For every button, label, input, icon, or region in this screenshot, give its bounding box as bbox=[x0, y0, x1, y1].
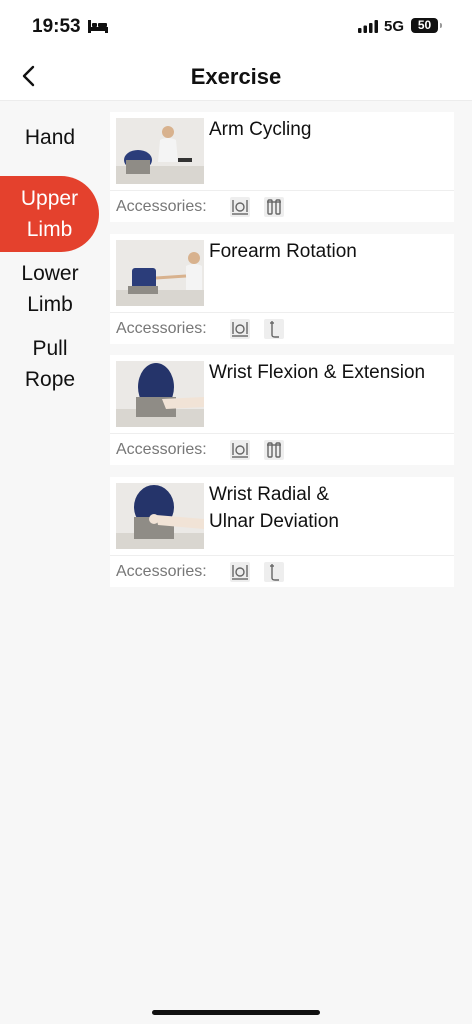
divider bbox=[110, 433, 454, 434]
accessories-label: Accessories: bbox=[116, 441, 207, 458]
sidebar-item-hand[interactable]: Hand bbox=[0, 122, 100, 153]
status-time: 19:53 bbox=[32, 16, 81, 37]
exercise-thumbnail bbox=[116, 240, 204, 306]
nav-bar: Exercise bbox=[0, 54, 472, 101]
home-indicator[interactable] bbox=[152, 1010, 320, 1015]
sidebar-item-label: Lower Limb bbox=[21, 262, 79, 316]
sidebar-item-label: Pull Rope bbox=[24, 337, 76, 391]
double-handle-icon bbox=[264, 197, 284, 217]
signal-strength-icon bbox=[358, 20, 378, 38]
divider bbox=[110, 555, 454, 556]
exercise-title: Wrist Radial & Ulnar Deviation bbox=[209, 484, 339, 532]
accessories-label: Accessories: bbox=[116, 320, 207, 337]
divider bbox=[110, 312, 454, 313]
accessories-label: Accessories: bbox=[116, 563, 207, 580]
exercise-thumbnail bbox=[116, 361, 204, 427]
exercise-thumbnail bbox=[116, 118, 204, 184]
page-title: Exercise bbox=[190, 64, 282, 89]
sidebar-item-label: Hand bbox=[24, 126, 76, 149]
network-type: 5G bbox=[384, 18, 405, 35]
single-grip-icon bbox=[264, 562, 284, 582]
accessories-label: Accessories: bbox=[116, 198, 207, 215]
double-handle-icon bbox=[264, 440, 284, 460]
exercise-card-forearm-rotation[interactable]: Forearm Rotation Accessories: bbox=[110, 234, 454, 344]
sidebar-item-lower-limb[interactable]: Lower Limb bbox=[0, 258, 100, 320]
status-bar: 19:53 5G 50 bbox=[0, 0, 472, 54]
cycle-handle-icon bbox=[230, 319, 250, 339]
exercise-card-wrist-flexion-extension[interactable]: Wrist Flexion & Extension Accessories: bbox=[110, 355, 454, 465]
divider bbox=[110, 190, 454, 191]
sidebar-item-pull-rope[interactable]: Pull Rope bbox=[0, 333, 100, 395]
category-sidebar: Hand Upper Limb Lower Limb Pull Rope bbox=[0, 101, 110, 1024]
exercise-card-arm-cycling[interactable]: Arm Cycling Accessories: bbox=[110, 112, 454, 222]
exercise-card-wrist-radial-ulnar-deviation[interactable]: Wrist Radial & Ulnar Deviation Accessori… bbox=[110, 477, 454, 587]
exercise-title: Forearm Rotation bbox=[209, 241, 357, 262]
battery-indicator: 50 bbox=[411, 18, 442, 33]
cycle-handle-icon bbox=[230, 440, 250, 460]
cycle-handle-icon bbox=[230, 197, 250, 217]
sidebar-item-upper-limb[interactable]: Upper Limb bbox=[0, 176, 99, 252]
cycle-handle-icon bbox=[230, 562, 250, 582]
exercise-thumbnail bbox=[116, 483, 204, 549]
sidebar-item-label: Upper Limb bbox=[20, 187, 79, 241]
sleep-mode-icon bbox=[88, 18, 108, 39]
single-grip-icon bbox=[264, 319, 284, 339]
exercise-title: Arm Cycling bbox=[209, 119, 312, 140]
exercise-title: Wrist Flexion & Extension bbox=[209, 362, 426, 383]
